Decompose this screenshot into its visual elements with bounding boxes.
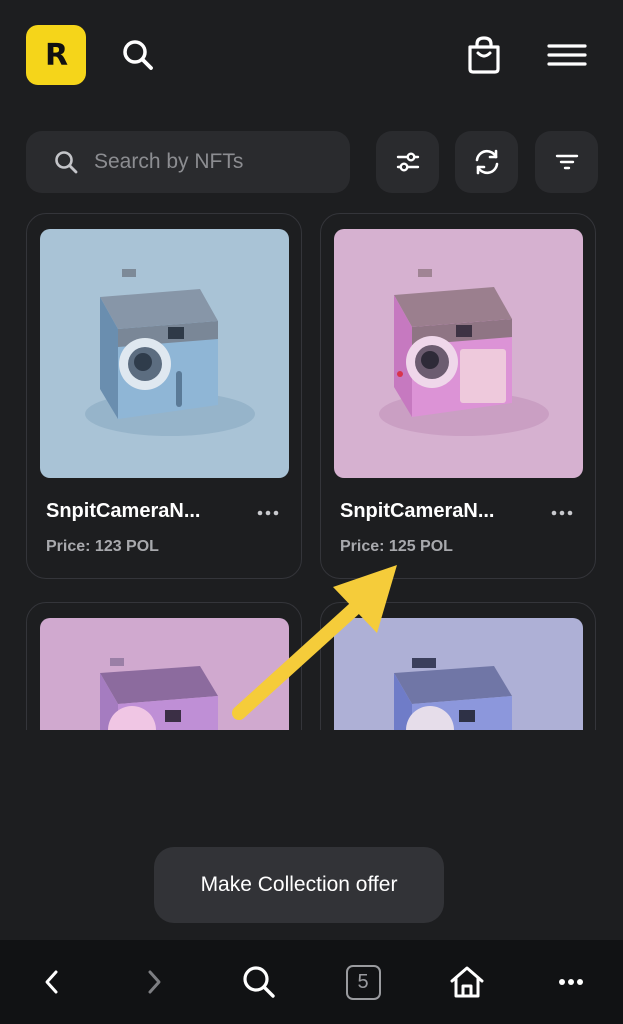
refresh-icon <box>475 149 498 175</box>
nft-price: Price: 123 POL <box>46 538 159 555</box>
nft-image-pink-camera[interactable] <box>334 229 583 478</box>
search-icon <box>55 151 78 174</box>
annotation-arrow-icon <box>232 565 397 720</box>
app-logo[interactable]: R <box>26 25 86 85</box>
more-dots-icon <box>257 510 279 516</box>
cart-button[interactable] <box>460 32 508 78</box>
nft-card[interactable]: SnpitCameraN... Price: 125 POL <box>320 213 596 579</box>
filter-button[interactable] <box>535 131 598 193</box>
sliders-icon <box>396 152 419 172</box>
home-icon <box>450 966 484 998</box>
menu-button[interactable] <box>541 32 593 78</box>
nft-name[interactable]: SnpitCameraN... <box>46 500 200 523</box>
hamburger-menu-icon <box>547 44 587 66</box>
nft-search-bar[interactable] <box>26 131 350 193</box>
nft-card[interactable]: SnpitCameraN... Price: 123 POL <box>26 213 302 579</box>
nft-price: Price: 125 POL <box>340 538 453 555</box>
settings-sliders-button[interactable] <box>376 131 439 193</box>
search-icon <box>243 966 275 998</box>
more-dots-icon <box>551 510 573 516</box>
search-icon <box>123 40 153 70</box>
tabs-button[interactable]: 5 <box>333 940 393 1024</box>
browser-search-button[interactable] <box>229 940 289 1024</box>
nft-image-blue-camera[interactable] <box>40 229 289 478</box>
tab-count: 5 <box>357 970 369 993</box>
card-more-button[interactable] <box>255 508 281 518</box>
header-search-button[interactable] <box>114 33 162 77</box>
home-button[interactable] <box>437 940 497 1024</box>
browser-bottom-bar: 5 <box>0 940 623 1024</box>
nft-search-input[interactable] <box>94 150 314 174</box>
more-icon <box>559 979 583 985</box>
back-button[interactable] <box>22 940 82 1024</box>
forward-icon <box>148 970 161 994</box>
logo-letter: R <box>44 37 68 73</box>
forward-button[interactable] <box>124 940 184 1024</box>
nft-name[interactable]: SnpitCameraN... <box>340 500 494 523</box>
back-icon <box>45 970 58 994</box>
content-scroll-edge <box>0 730 623 810</box>
shopping-bag-icon <box>468 36 500 74</box>
filter-icon <box>555 154 578 170</box>
more-options-button[interactable] <box>541 940 601 1024</box>
make-collection-offer-button[interactable]: Make Collection offer <box>154 847 444 923</box>
card-more-button[interactable] <box>549 508 575 518</box>
refresh-button[interactable] <box>455 131 518 193</box>
tabs-icon: 5 <box>345 964 381 1000</box>
